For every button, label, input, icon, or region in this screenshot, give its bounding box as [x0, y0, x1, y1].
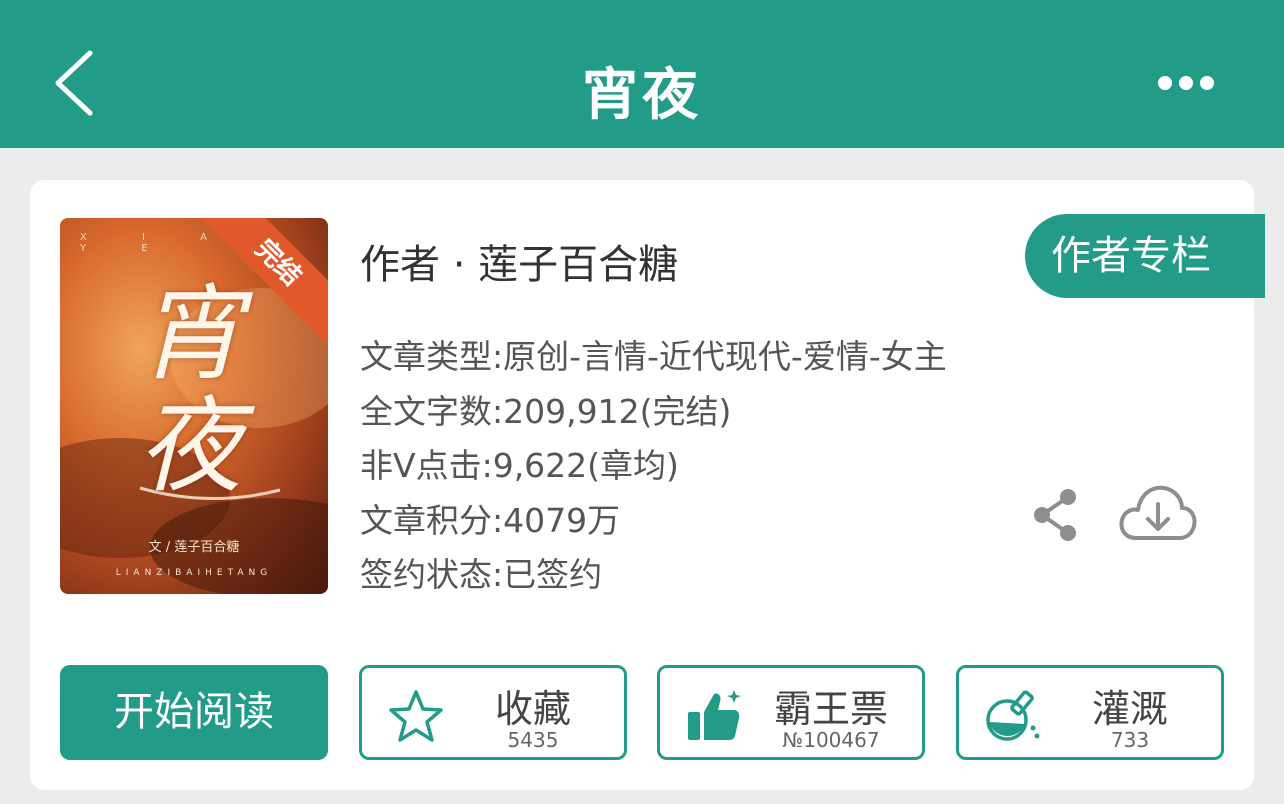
page-title: 宵夜 — [582, 63, 702, 128]
vote-button[interactable]: 霸王票 №100467 — [657, 665, 925, 760]
vote-count: №100467 — [782, 728, 880, 752]
vote-label: 霸王票 — [773, 687, 888, 731]
flask-icon — [986, 690, 1040, 741]
cloud-download-icon[interactable] — [1118, 480, 1198, 548]
meta-clicks: 非V点击:9,622(章均) — [360, 446, 679, 485]
favorite-button[interactable]: 收藏 5435 — [359, 665, 627, 760]
start-reading-button[interactable]: 开始阅读 — [60, 665, 328, 760]
meta-score: 文章积分:4079万 — [360, 500, 621, 540]
meta-word-count: 全文字数:209,912(完结) — [360, 391, 732, 431]
book-card: X I A O Y E 宵夜 文 / 莲子百合糖 LIANZIBAIHETANG… — [30, 180, 1265, 790]
water-count: 733 — [1110, 728, 1150, 752]
author-column-button[interactable]: 作者专栏 — [1025, 214, 1265, 298]
meta-sign-status: 签约状态:已签约 — [360, 555, 603, 594]
water-label: 灌溉 — [1091, 687, 1168, 731]
favorite-count: 5435 — [507, 728, 559, 752]
cover-byline: 文 / 莲子百合糖 — [148, 540, 240, 555]
more-dots-icon[interactable] — [1156, 72, 1216, 94]
water-button[interactable]: 灌溉 733 — [956, 665, 1224, 760]
thumbs-up-icon — [688, 690, 741, 740]
book-meta: 文章类型:原创-言情-近代现代-爱情-女主 全文字数:209,912(完结) 非… — [360, 330, 947, 603]
top-bar: 宵夜 — [0, 0, 1284, 148]
meta-type: 文章类型:原创-言情-近代现代-爱情-女主 — [360, 337, 947, 376]
share-icon[interactable] — [1030, 485, 1080, 545]
book-cover[interactable]: X I A O Y E 宵夜 文 / 莲子百合糖 LIANZIBAIHETANG… — [60, 218, 328, 594]
cover-english: LIANZIBAIHETANG — [115, 568, 273, 578]
author-line[interactable]: 作者 · 莲子百合糖 — [360, 232, 678, 290]
star-icon — [389, 690, 443, 742]
favorite-label: 收藏 — [494, 687, 571, 731]
